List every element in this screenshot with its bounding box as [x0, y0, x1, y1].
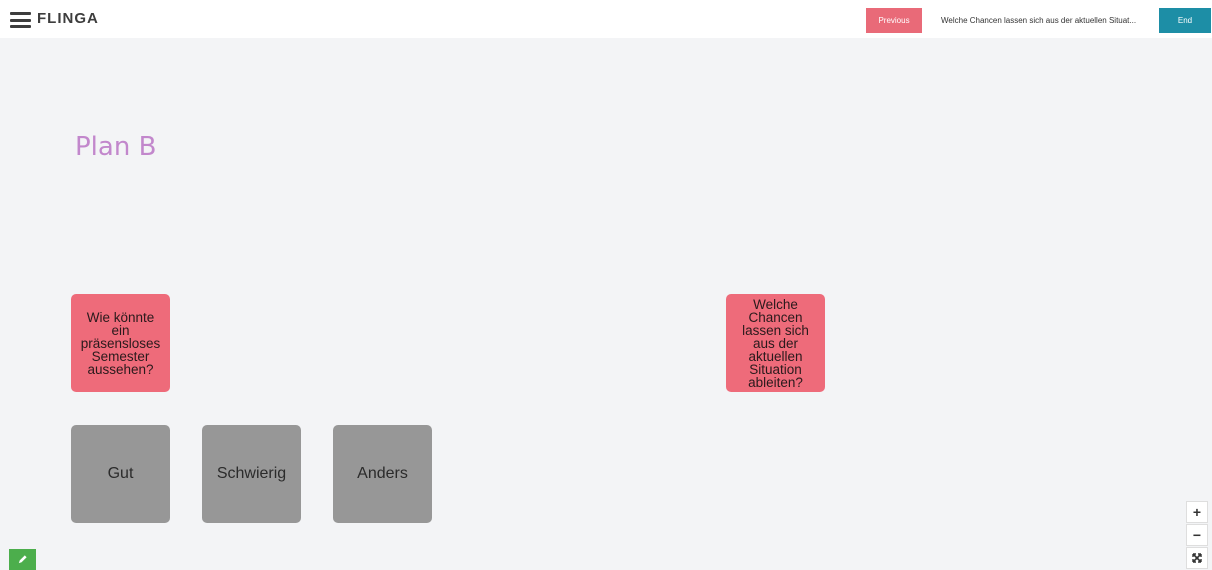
edit-pencil-button[interactable] — [9, 549, 36, 570]
card-text: Anders — [357, 465, 408, 482]
hamburger-menu-icon[interactable] — [10, 12, 31, 28]
card-schwierig[interactable]: Schwierig — [202, 425, 301, 523]
card-text: Gut — [107, 465, 134, 482]
zoom-in-icon[interactable]: + — [1186, 501, 1208, 523]
board-title: Plan B — [75, 132, 157, 162]
card-text: Welche Chancen lassen sich aus der aktue… — [742, 296, 809, 390]
fit-to-screen-icon[interactable] — [1186, 547, 1208, 569]
zoom-out-icon[interactable]: − — [1186, 524, 1208, 546]
card-text: Wie könnte ein präsensloses Semester aus… — [80, 309, 161, 377]
app-logo: FLINGA — [37, 10, 99, 27]
current-question-title: Welche Chancen lassen sich aus der aktue… — [941, 16, 1137, 25]
card-question-1[interactable]: Wie könnte ein präsensloses Semester aus… — [71, 294, 170, 392]
expand-arrows-icon — [1192, 553, 1202, 563]
end-button[interactable]: End — [1159, 8, 1211, 33]
previous-button[interactable]: Previous — [866, 8, 922, 33]
card-text: Schwierig — [216, 465, 287, 482]
pencil-icon — [18, 555, 27, 564]
card-question-2[interactable]: Welche Chancen lassen sich aus der aktue… — [726, 294, 825, 392]
top-bar: FLINGA Previous Welche Chancen lassen si… — [0, 0, 1212, 38]
card-gut[interactable]: Gut — [71, 425, 170, 523]
card-anders[interactable]: Anders — [333, 425, 432, 523]
